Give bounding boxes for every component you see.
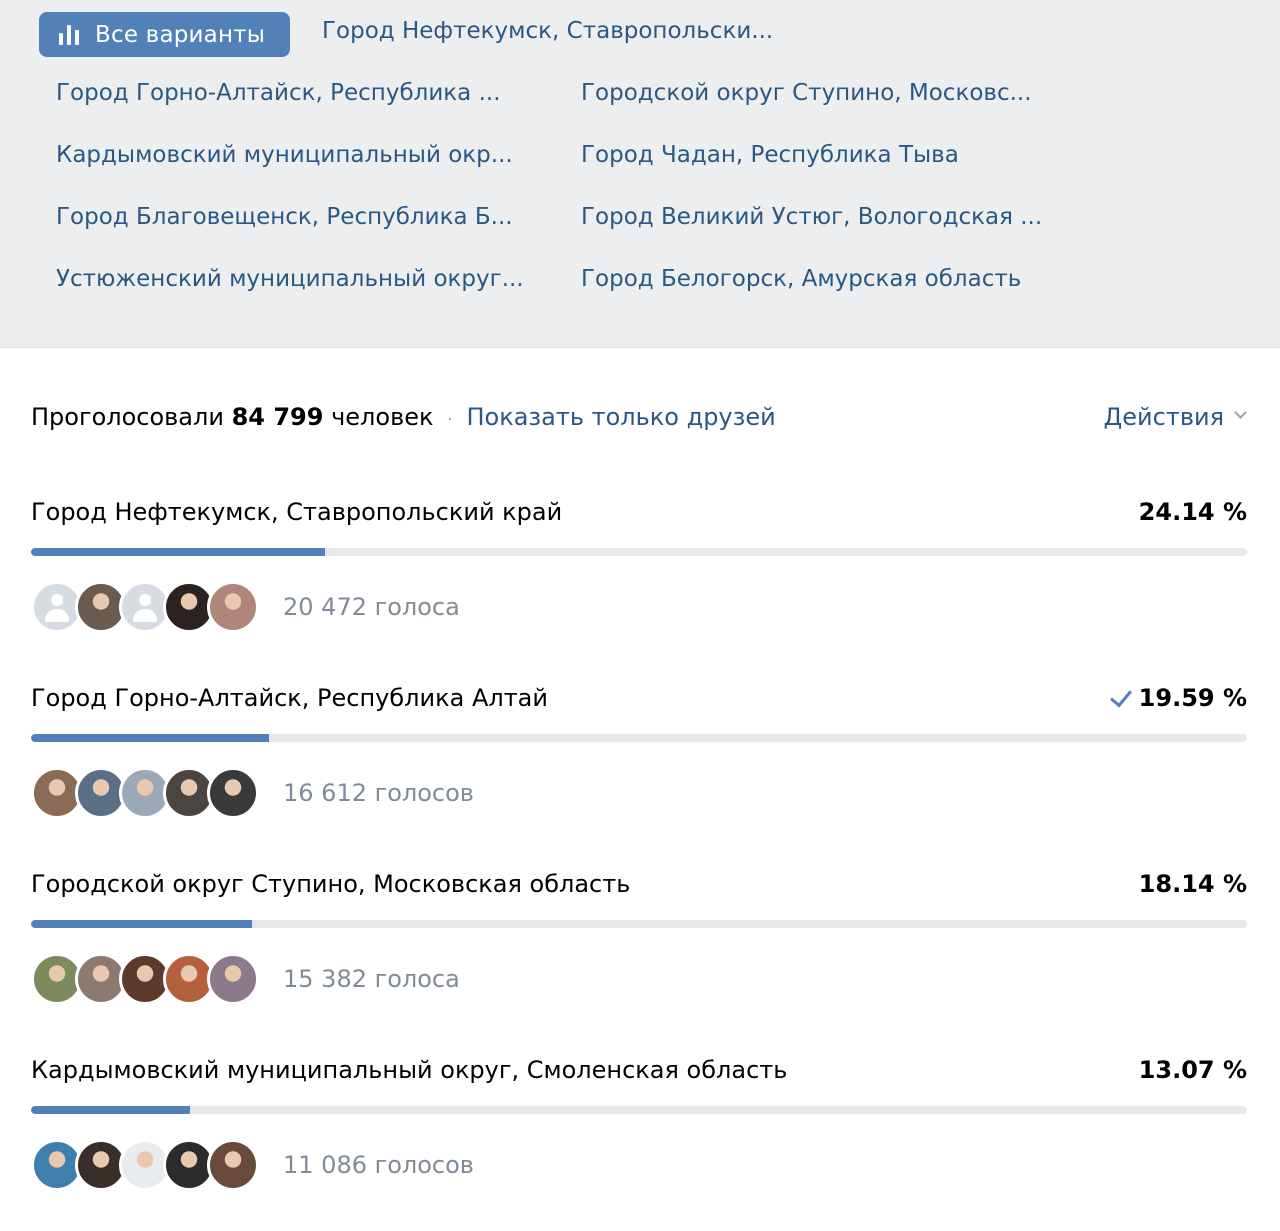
option-title: Город Нефтекумск, Ставропольский край [31, 498, 563, 526]
progress-fill [31, 1106, 190, 1114]
avatar[interactable] [207, 767, 259, 819]
vote-summary: Проголосовали 84 799 человек · Показать … [31, 403, 776, 431]
all-variants-label: Все варианты [95, 21, 266, 48]
progress-track [31, 1106, 1247, 1114]
voter-avatars[interactable] [31, 767, 259, 819]
variant-link[interactable]: Городской округ Ступино, Московс... [581, 80, 1071, 106]
variant-link[interactable]: Город Горно-Алтайск, Республика ... [56, 80, 536, 106]
variant-link[interactable]: Город Чадан, Республика Тыва [581, 142, 1071, 168]
option-percent: 24.14 % [1138, 498, 1247, 526]
voters-row[interactable]: 16 612 голосов [31, 767, 474, 819]
voters-row[interactable]: 15 382 голоса [31, 953, 460, 1005]
variants-panel: Все варианты Город Нефтекумск, Ставропол… [0, 0, 1280, 348]
option-percent: 18.14 % [1138, 870, 1247, 898]
variant-link[interactable]: Город Нефтекумск, Ставропольски... [322, 18, 802, 44]
variant-link[interactable]: Кардымовский муниципальный окр... [56, 142, 546, 168]
variant-link[interactable]: Город Благовещенск, Республика Б... [56, 204, 546, 230]
variant-link[interactable]: Город Великий Устюг, Вологодская ... [581, 204, 1071, 230]
avatar[interactable] [207, 953, 259, 1005]
option-percent: 19.59 % [1138, 684, 1247, 712]
voters-row[interactable]: 20 472 голоса [31, 581, 460, 633]
avatar[interactable] [207, 1139, 259, 1191]
progress-fill [31, 548, 325, 556]
progress-track [31, 734, 1247, 742]
option-title: Город Горно-Алтайск, Республика Алтай [31, 684, 548, 712]
summary-suffix: человек [331, 403, 434, 431]
actions-label: Действия [1103, 403, 1224, 431]
bar-chart-icon [59, 24, 81, 45]
voter-avatars[interactable] [31, 953, 259, 1005]
option-percent: 13.07 % [1138, 1056, 1247, 1084]
voter-avatars[interactable] [31, 581, 259, 633]
avatar[interactable] [207, 581, 259, 633]
votes-count: 20 472 голоса [283, 593, 460, 621]
voters-row[interactable]: 11 086 голосов [31, 1139, 474, 1191]
progress-track [31, 920, 1247, 928]
checkmark-icon [1109, 688, 1135, 708]
variant-link[interactable]: Устюженский муниципальный округ... [56, 266, 546, 292]
separator-dot: · [447, 409, 453, 430]
progress-track [31, 548, 1247, 556]
progress-fill [31, 734, 270, 742]
votes-count: 16 612 голосов [283, 779, 474, 807]
chevron-down-icon [1234, 408, 1246, 420]
option-title: Кардымовский муниципальный округ, Смолен… [31, 1056, 788, 1084]
total-voters-count: 84 799 [231, 403, 324, 431]
show-friends-link[interactable]: Показать только друзей [466, 403, 775, 431]
option-title: Городской округ Ступино, Московская обла… [31, 870, 631, 898]
actions-dropdown[interactable]: Действия [1104, 403, 1246, 431]
variant-link[interactable]: Город Белогорск, Амурская область [581, 266, 1071, 292]
summary-prefix: Проголосовали [31, 403, 224, 431]
all-variants-button[interactable]: Все варианты [39, 12, 290, 57]
progress-fill [31, 920, 252, 928]
votes-count: 15 382 голоса [283, 965, 460, 993]
voter-avatars[interactable] [31, 1139, 259, 1191]
votes-count: 11 086 голосов [283, 1151, 474, 1179]
